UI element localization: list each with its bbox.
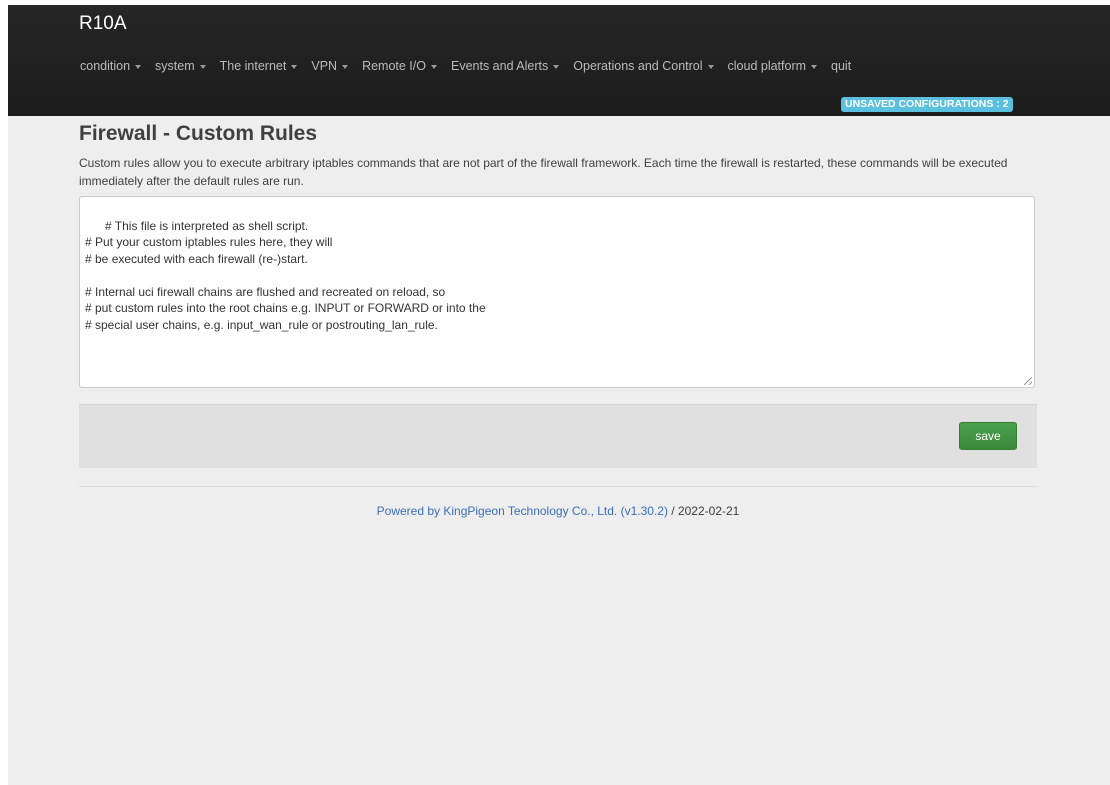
- caret-down-icon: [553, 64, 560, 69]
- menu-item-label: Operations and Control: [573, 59, 703, 73]
- custom-rules-text: # This file is interpreted as shell scri…: [85, 218, 486, 332]
- caret-down-icon: [199, 64, 206, 69]
- page-title: Firewall - Custom Rules: [79, 122, 318, 145]
- main-menu: condition system The internet VPN Remote…: [80, 59, 865, 73]
- menu-item-label: The internet: [219, 59, 287, 73]
- menu-item-label: Remote I/O: [362, 59, 426, 73]
- top-navbar: R10A condition system The internet VPN R…: [8, 5, 1110, 116]
- menu-item-label: Events and Alerts: [450, 59, 549, 73]
- menu-item-system[interactable]: system: [155, 59, 206, 73]
- menu-item-cloud-platform[interactable]: cloud platform: [728, 59, 818, 73]
- menu-item-events-alerts[interactable]: Events and Alerts: [450, 59, 560, 73]
- menu-item-operations-control[interactable]: Operations and Control: [573, 59, 714, 73]
- menu-item-quit[interactable]: quit: [831, 59, 851, 73]
- page-description: Custom rules allow you to execute arbitr…: [79, 156, 1008, 188]
- resize-handle-icon[interactable]: [1024, 377, 1032, 385]
- powered-by-link[interactable]: Powered by KingPigeon Technology Co., Lt…: [377, 504, 668, 518]
- save-button[interactable]: save: [959, 422, 1017, 450]
- menu-item-label: VPN: [311, 59, 338, 73]
- caret-down-icon: [291, 64, 298, 69]
- footer-date: / 2022-02-21: [667, 504, 740, 518]
- caret-down-icon: [707, 64, 714, 69]
- caret-down-icon: [811, 64, 818, 69]
- custom-rules-textarea[interactable]: # This file is interpreted as shell scri…: [79, 196, 1035, 388]
- menu-item-label: quit: [831, 59, 852, 73]
- menu-item-label: system: [155, 59, 195, 73]
- unsaved-configurations-badge[interactable]: UNSAVED CONFIGURATIONS : 2: [841, 97, 1013, 112]
- menu-item-remote-io[interactable]: Remote I/O: [362, 59, 437, 73]
- brand-title[interactable]: R10A: [79, 13, 127, 35]
- menu-item-label: cloud platform: [727, 59, 807, 73]
- page-footer: Powered by KingPigeon Technology Co., Lt…: [79, 504, 1037, 518]
- page-frame: R10A condition system The internet VPN R…: [8, 5, 1110, 785]
- caret-down-icon: [430, 64, 437, 69]
- caret-down-icon: [342, 64, 349, 69]
- form-actions-bar: save: [79, 404, 1037, 468]
- menu-item-internet[interactable]: The internet: [220, 59, 298, 73]
- menu-item-condition[interactable]: condition: [80, 59, 142, 73]
- footer-divider: [79, 486, 1037, 487]
- caret-down-icon: [135, 64, 142, 69]
- menu-item-vpn[interactable]: VPN: [311, 59, 349, 73]
- menu-item-label: condition: [80, 59, 131, 73]
